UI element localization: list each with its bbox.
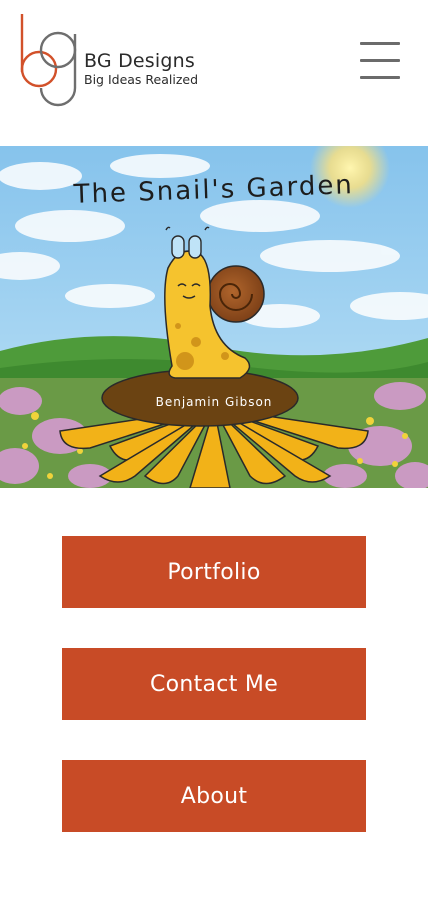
book-author: Benjamin Gibson xyxy=(156,395,273,409)
brand-name: BG Designs xyxy=(84,50,195,72)
brand-tagline: Big Ideas Realized xyxy=(84,72,199,87)
hero-book-cover-image: The Snail's Garden Benjamin Gibson xyxy=(0,146,428,488)
site-header: BG Designs Big Ideas Realized xyxy=(0,0,428,146)
contact-me-button[interactable]: Contact Me xyxy=(62,648,366,720)
bg-monogram-logo-icon[interactable] xyxy=(16,12,80,112)
portfolio-button[interactable]: Portfolio xyxy=(62,536,366,608)
hamburger-menu-icon[interactable] xyxy=(358,40,402,82)
about-button[interactable]: About xyxy=(62,760,366,832)
